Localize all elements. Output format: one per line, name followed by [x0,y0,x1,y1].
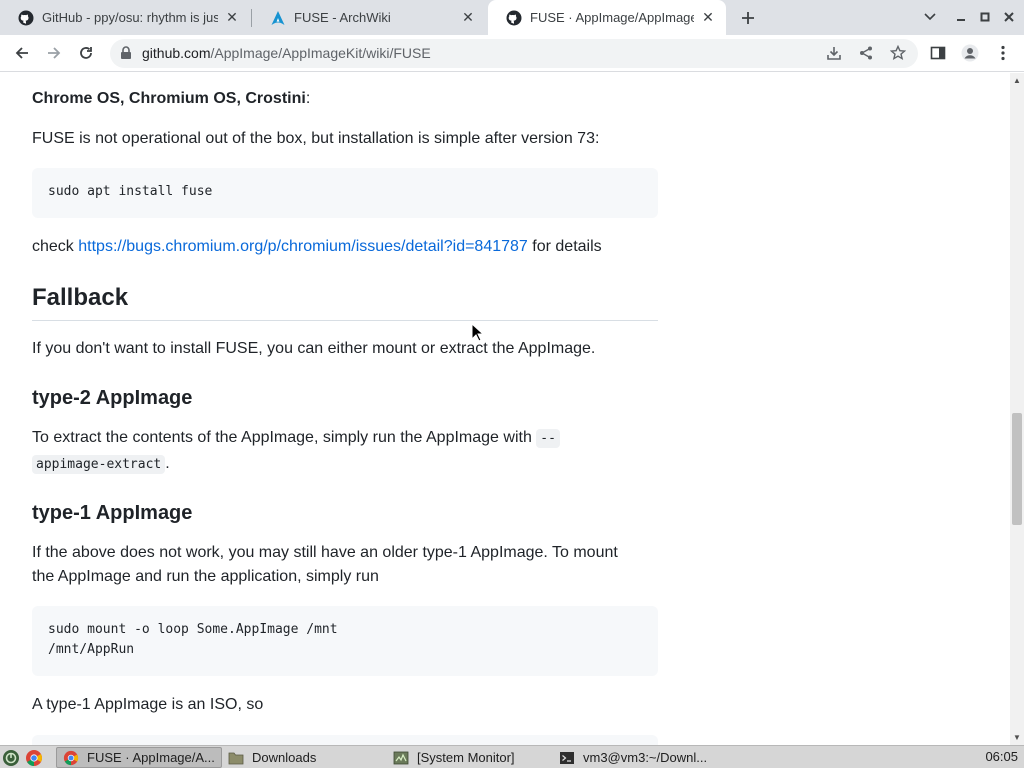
scroll-down-icon[interactable]: ▼ [1013,733,1021,742]
minimize-button[interactable] [951,8,971,26]
folder-icon [228,750,244,766]
taskbar-item-label: vm3@vm3:~/Downl... [583,750,708,765]
close-window-button[interactable] [999,8,1019,26]
menu-button[interactable] [990,40,1016,66]
chromium-bug-link[interactable]: https://bugs.chromium.org/p/chromium/iss… [78,238,528,255]
kebab-menu-icon [1001,45,1005,61]
github-icon [506,10,522,26]
vertical-scrollbar[interactable]: ▲ ▼ [1010,73,1024,745]
page-viewport: Chrome OS, Chromium OS, Crostini: FUSE i… [0,73,1024,745]
taskbar: FUSE · AppImage/A... Downloads [System M… [0,745,1024,768]
start-menu-icon [3,749,19,766]
star-icon [890,45,906,61]
side-panel-icon [930,46,946,60]
scrollbar-thumb[interactable] [1012,413,1022,525]
taskbar-item-chrome[interactable]: FUSE · AppImage/A... [56,747,222,768]
profile-button[interactable] [957,40,983,66]
back-button[interactable] [9,40,35,66]
type2-text-line1: To extract the contents of the AppImage,… [32,426,560,451]
lock-icon[interactable] [120,46,132,65]
tab-github-osu[interactable]: GitHub - ppy/osu: rhythm is just ✕ [0,0,250,35]
forward-button[interactable] [41,40,67,66]
minimize-icon [957,19,965,21]
fallback-text: If you don't want to install FUSE, you c… [32,340,596,357]
maximize-icon [980,12,990,22]
close-icon[interactable]: ✕ [700,9,716,26]
avatar-icon [961,44,979,62]
download-icon [827,47,841,60]
heading-divider [32,320,658,321]
type1-text-line2: the AppImage and run the application, si… [32,568,379,585]
inline-code: appimage-extract [32,455,166,474]
plus-icon [742,12,754,24]
archlinux-icon [270,10,286,26]
chrome-icon [26,749,42,766]
chrome-launcher[interactable] [25,747,45,768]
code-block-mount[interactable]: sudo mount -o loop Some.AppImage /mnt /m… [32,606,658,676]
type2-text-line2: appimage-extract. [32,452,170,477]
iso-text: A type-1 AppImage is an ISO, so [32,696,264,713]
code-line: sudo mount -o loop Some.AppImage /mnt [48,622,338,637]
reload-button[interactable] [73,40,99,66]
arrow-left-icon [15,47,28,59]
tab-appimage-fuse[interactable]: FUSE · AppImage/AppImageKit ✕ [488,0,726,35]
check-paragraph: check https://bugs.chromium.org/p/chromi… [32,238,602,255]
taskbar-item-downloads[interactable]: Downloads [228,747,388,768]
share-icon [860,46,872,60]
fallback-heading: Fallback [32,284,129,311]
system-monitor-icon [393,750,409,766]
type1-text-line1: If the above does not work, you may stil… [32,544,618,561]
tab-archwiki[interactable]: FUSE - ArchWiki ✕ [252,0,486,35]
address-bar[interactable]: github.com/AppImage/AppImageKit/wiki/FUS… [110,39,918,68]
code-line: /mnt/AppRun [48,642,135,657]
install-app-button[interactable] [821,40,847,66]
taskbar-item-system-monitor[interactable]: [System Monitor] [393,747,553,768]
browser-toolbar: github.com/AppImage/AppImageKit/wiki/FUS… [0,35,1024,72]
chevron-down-icon [924,13,936,21]
tab-title: FUSE - ArchWiki [294,10,391,25]
code-line: sudo apt install fuse [48,184,213,199]
reload-icon [80,47,92,59]
url-text[interactable]: github.com/AppImage/AppImageKit/wiki/FUS… [142,45,431,61]
type1-heading: type-1 AppImage [32,502,193,524]
start-menu-button[interactable] [2,747,22,768]
close-icon[interactable]: ✕ [460,9,476,26]
code-block-apt[interactable]: sudo apt install fuse [32,168,658,218]
close-icon[interactable]: ✕ [224,9,240,26]
tab-title: FUSE · AppImage/AppImageKit [530,10,694,25]
side-panel-button[interactable] [925,40,951,66]
type2-heading: type-2 AppImage [32,387,193,409]
close-icon [1004,12,1014,22]
arrow-right-icon [48,47,61,59]
chrome-os-paragraph: Chrome OS, Chromium OS, Crostini: [32,90,311,107]
maximize-button[interactable] [975,8,995,26]
share-button[interactable] [853,40,879,66]
inline-code: -- [536,429,560,448]
taskbar-item-terminal[interactable]: vm3@vm3:~/Downl... [559,747,729,768]
terminal-icon [559,750,575,766]
tab-search-button[interactable] [920,8,940,26]
taskbar-item-label: FUSE · AppImage/A... [87,750,215,765]
taskbar-item-label: Downloads [252,750,317,765]
new-tab-button[interactable] [737,7,759,29]
taskbar-item-label: [System Monitor] [417,750,515,765]
clock[interactable]: 06:05 [985,749,1018,764]
scroll-up-icon[interactable]: ▲ [1013,76,1021,85]
github-icon [18,10,34,26]
tab-strip: GitHub - ppy/osu: rhythm is just ✕ FUSE … [0,0,1024,35]
chrome-os-text: FUSE is not operational out of the box, … [32,130,600,147]
chrome-os-heading: Chrome OS, Chromium OS, Crostini [32,90,306,107]
code-block-next[interactable] [32,735,658,745]
tab-title: GitHub - ppy/osu: rhythm is just [42,10,218,25]
bookmark-button[interactable] [885,40,911,66]
chrome-icon [63,750,79,766]
mouse-cursor-icon [471,322,485,347]
